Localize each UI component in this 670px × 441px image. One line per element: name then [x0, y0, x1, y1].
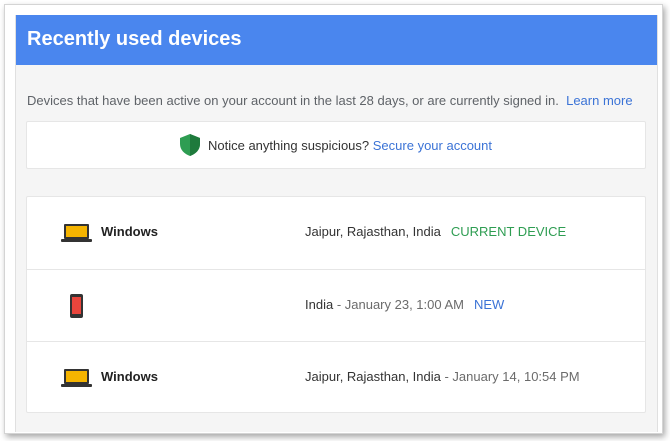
device-name: Windows	[101, 369, 158, 384]
last-active-date: - January 23, 1:00 AM	[333, 297, 464, 312]
window-frame: Recently used devices Devices that have …	[4, 4, 663, 434]
shield-icon	[179, 134, 200, 156]
page-title: Recently used devices	[16, 15, 657, 65]
device-location: Jaipur, Rajasthan, India CURRENT DEVICE	[305, 224, 566, 239]
phone-icon	[70, 294, 83, 318]
device-list: Windows Jaipur, Rajasthan, India CURRENT …	[26, 196, 646, 413]
device-name: Windows	[101, 224, 158, 239]
intro-text: Devices that have been active on your ac…	[27, 93, 647, 108]
location-text: India	[305, 297, 334, 312]
learn-more-link[interactable]: Learn more	[566, 93, 632, 108]
status-badge: NEW	[474, 297, 505, 312]
device-row-windows[interactable]: Windows Jaipur, Rajasthan, India - Janua…	[27, 341, 645, 414]
notice-text: Notice anything suspicious?	[207, 137, 370, 153]
laptop-icon	[61, 224, 92, 242]
device-location: Jaipur, Rajasthan, India - January 14, 1…	[305, 369, 590, 384]
device-location: India - January 23, 1:00 AM NEW	[305, 297, 504, 312]
last-active-date: - January 14, 10:54 PM	[440, 369, 580, 384]
device-row-windows-current[interactable]: Windows Jaipur, Rajasthan, India CURRENT …	[27, 197, 645, 269]
security-notice: Notice anything suspicious? Secure your …	[26, 121, 646, 169]
device-row-phone-new[interactable]: India - January 23, 1:00 AM NEW	[27, 269, 645, 342]
secure-account-link[interactable]: Secure your account	[373, 138, 492, 153]
location-text: Jaipur, Rajasthan, India	[305, 369, 441, 384]
laptop-icon	[61, 369, 92, 387]
status-badge: CURRENT DEVICE	[450, 224, 567, 239]
intro-description: Devices that have been active on your ac…	[27, 93, 559, 108]
location-text: Jaipur, Rajasthan, India	[305, 224, 441, 239]
recent-devices-card: Recently used devices Devices that have …	[15, 15, 658, 432]
